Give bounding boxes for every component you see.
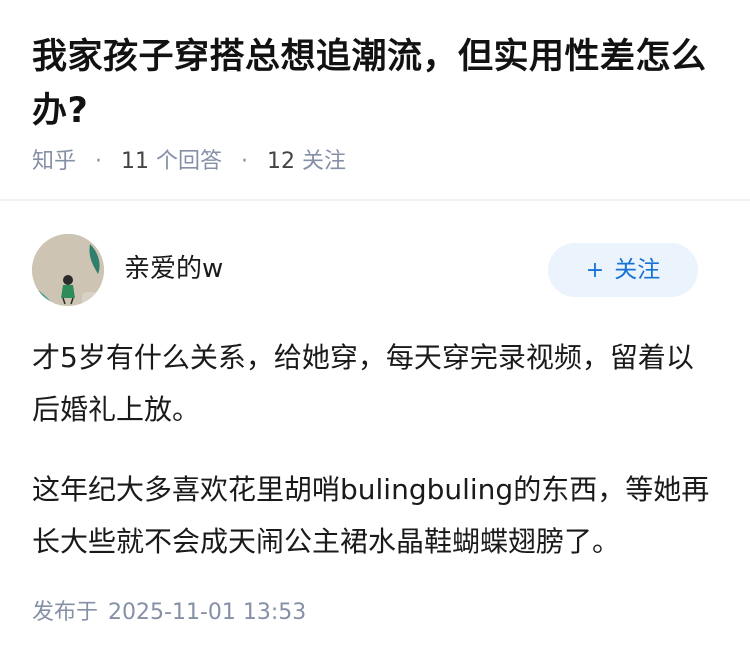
author-name[interactable]: 亲爱的w <box>124 252 223 286</box>
question-title[interactable]: 我家孩子穿搭总想追潮流，但实用性差怎么办? <box>32 30 722 138</box>
answer-content: 才5岁有什么关系，给她穿，每天穿完录视频，留着以后婚礼上放。 这年纪大多喜欢花里… <box>32 332 718 596</box>
source-label[interactable]: 知乎 <box>32 149 76 174</box>
follow-button-label: 关注 <box>614 257 661 283</box>
meta-separator: · <box>241 149 249 174</box>
follow-button[interactable]: + 关注 <box>548 243 698 297</box>
avatar-image <box>32 234 104 306</box>
answer-paragraph: 这年纪大多喜欢花里胡哨bulingbuling的东西，等她再长大些就不会成天闹公… <box>32 473 710 558</box>
answer-count-label[interactable]: 个回答 <box>156 149 222 174</box>
avatar[interactable] <box>32 234 104 306</box>
question-header: 我家孩子穿搭总想追潮流，但实用性差怎么办? 知乎 · 11 个回答 · 12 关… <box>32 30 722 178</box>
question-meta: 知乎 · 11 个回答 · 12 关注 <box>32 146 722 178</box>
follow-count-label[interactable]: 关注 <box>302 149 346 174</box>
published-date: 2025-11-01 13:53 <box>108 600 307 625</box>
published-label: 发布于 <box>32 600 99 625</box>
answer-paragraph: 才5岁有什么关系，给她穿，每天穿完录视频，留着以后婚礼上放。 <box>32 341 694 426</box>
section-divider <box>0 199 750 201</box>
published-time: 发布于 2025-11-01 13:53 <box>32 597 306 629</box>
author-row: 亲爱的w + 关注 <box>32 234 698 306</box>
answer-count[interactable]: 11 <box>121 149 149 174</box>
follow-count[interactable]: 12 <box>267 149 295 174</box>
meta-separator: · <box>95 149 103 174</box>
plus-icon: + <box>585 258 605 283</box>
